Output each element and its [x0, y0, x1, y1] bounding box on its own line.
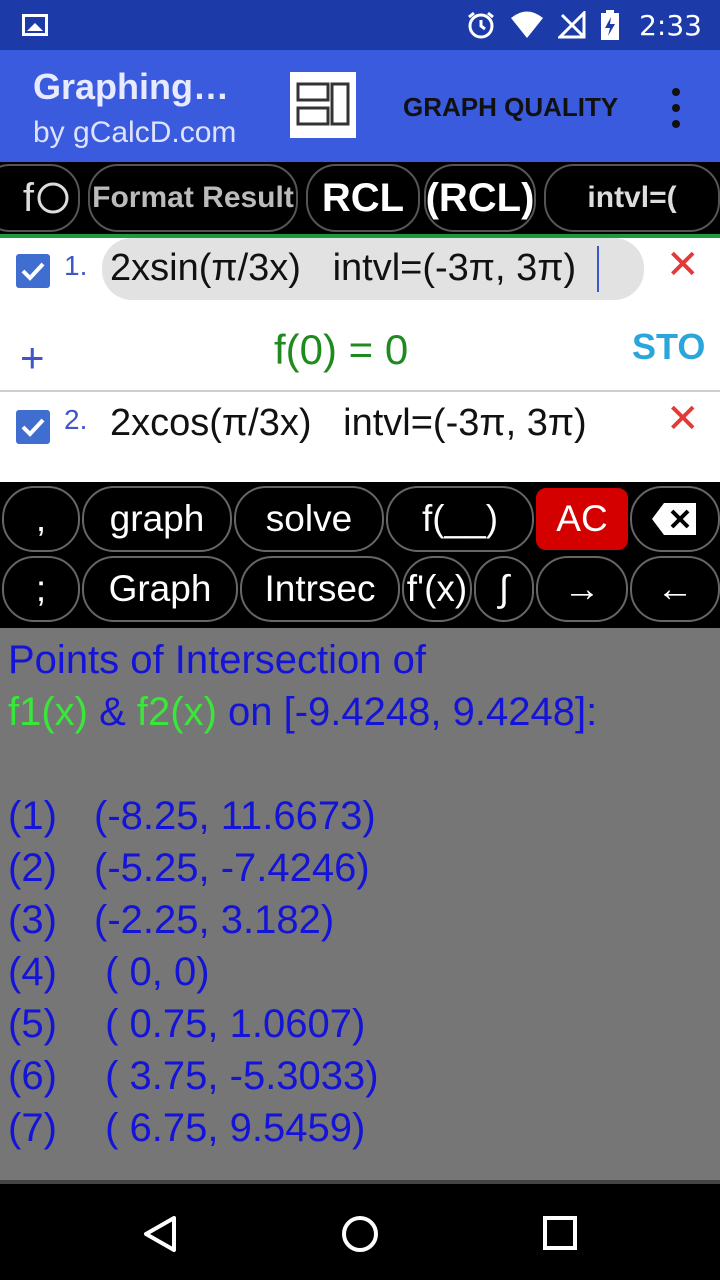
point-value: ( 3.75, -5.3033)	[94, 1054, 379, 1098]
graph-quality-button[interactable]: GRAPH QUALITY	[403, 92, 618, 123]
key-right-arrow[interactable]: →	[536, 556, 628, 622]
key-semicolon[interactable]: ;	[2, 556, 80, 622]
backspace-icon	[652, 503, 696, 535]
check-icon	[21, 262, 45, 281]
rcl-button[interactable]: RCL	[306, 164, 420, 232]
results-panel: Points of Intersection of f1(x) & f2(x) …	[0, 628, 720, 1180]
recents-icon[interactable]	[542, 1215, 578, 1251]
point-label: (4)	[8, 950, 57, 994]
point-value: (-2.25, 3.182)	[94, 898, 335, 942]
point-label: (3)	[8, 898, 57, 942]
function-1-result-text: f(0) = 0	[274, 326, 409, 373]
key-comma[interactable]: ,	[2, 486, 80, 552]
radio-circle-icon	[37, 182, 69, 214]
f2-label: f2(x)	[136, 690, 217, 734]
function-2-checkbox[interactable]	[16, 410, 50, 444]
keypad: , graph solve f(__) AC ; Graph Intrsec f…	[0, 482, 720, 628]
home-icon[interactable]	[340, 1214, 380, 1254]
function-row-divider	[0, 390, 720, 392]
navigation-bar	[0, 1184, 720, 1280]
no-signal-icon	[558, 11, 586, 39]
key-graph-caps[interactable]: Graph	[82, 556, 238, 622]
intersection-point: (4) ( 0, 0)	[8, 950, 210, 995]
amp-label: &	[88, 690, 137, 734]
point-label: (7)	[8, 1106, 57, 1150]
function-2-number: 2.	[64, 404, 88, 435]
intersection-point: (7) ( 6.75, 9.5459)	[8, 1106, 365, 1151]
key-left-arrow[interactable]: ←	[630, 556, 720, 622]
point-value: (-5.25, -7.4246)	[94, 846, 370, 890]
check-icon	[21, 418, 45, 437]
key-graph[interactable]: graph	[82, 486, 232, 552]
f-label: f	[22, 175, 34, 220]
text-cursor	[597, 246, 599, 292]
split-layout-icon	[296, 82, 350, 126]
intvl-button[interactable]: intvl=(	[544, 164, 720, 232]
function-1-checkbox[interactable]	[16, 254, 50, 288]
image-notification-icon	[22, 14, 48, 36]
function-2-delete-icon[interactable]: ✕	[666, 396, 700, 442]
point-value: ( 0.75, 1.0607)	[94, 1002, 366, 1046]
point-value: ( 6.75, 9.5459)	[94, 1106, 366, 1150]
intersection-point: (1) (-8.25, 11.6673)	[8, 794, 376, 839]
function-2-expression[interactable]: 2xcos(π/3x) intvl=(-3π, 3π)	[110, 402, 587, 445]
key-backspace[interactable]	[630, 486, 720, 552]
clock: 2:33	[639, 9, 702, 42]
point-label: (2)	[8, 846, 57, 890]
key-integral[interactable]: ∫	[474, 556, 534, 622]
point-value: (-8.25, 11.6673)	[94, 794, 376, 838]
intersection-point: (3) (-2.25, 3.182)	[8, 898, 334, 943]
function-1-result: f(0) = 0	[274, 326, 408, 374]
layout-toggle-button[interactable]	[290, 72, 356, 138]
app-bar: Graphing… by gCalcD.com GRAPH QUALITY	[0, 50, 720, 162]
add-function-button[interactable]: +	[20, 334, 45, 382]
intersection-point: (2) (-5.25, -7.4246)	[8, 846, 370, 891]
point-value: ( 0, 0)	[94, 950, 210, 994]
battery-charging-icon	[601, 10, 619, 40]
intersection-point: (5) ( 0.75, 1.0607)	[8, 1002, 365, 1047]
results-subheading: f1(x) & f2(x) on [-9.4248, 9.4248]:	[8, 690, 597, 735]
status-icons	[466, 10, 620, 40]
f-toggle-button[interactable]: f	[0, 164, 80, 232]
status-bar: 2:33	[0, 0, 720, 50]
range-label: on [-9.4248, 9.4248]:	[216, 690, 598, 734]
key-intrsec[interactable]: Intrsec	[240, 556, 400, 622]
function-1-number: 1.	[64, 250, 88, 281]
intersection-point: (6) ( 3.75, -5.3033)	[8, 1054, 379, 1099]
function-1-expression[interactable]: 2xsin(π/3x) intvl=(-3π, 3π)	[110, 247, 576, 290]
function-list: 1. 2xsin(π/3x) intvl=(-3π, 3π) ✕ + f(0) …	[0, 238, 720, 482]
app-subtitle: by gCalcD.com	[33, 116, 237, 149]
key-ac[interactable]: AC	[536, 488, 628, 550]
rcl-paren-button[interactable]: (RCL)	[424, 164, 536, 232]
point-label: (1)	[8, 794, 57, 838]
overflow-menu-icon[interactable]	[668, 88, 684, 128]
sto-button[interactable]: STO	[632, 326, 705, 368]
wifi-icon	[511, 11, 543, 38]
function-toolbar: f Format Result RCL (RCL) intvl=(	[0, 162, 720, 236]
key-derivative[interactable]: f'(x)	[402, 556, 472, 622]
key-function-blank[interactable]: f(__)	[386, 486, 534, 552]
app-title: Graphing…	[33, 66, 229, 107]
back-icon[interactable]	[140, 1214, 180, 1254]
results-heading: Points of Intersection of	[8, 638, 427, 682]
key-solve[interactable]: solve	[234, 486, 384, 552]
point-label: (6)	[8, 1054, 57, 1098]
alarm-icon	[468, 11, 494, 39]
function-1-delete-icon[interactable]: ✕	[666, 242, 700, 288]
format-result-button[interactable]: Format Result	[88, 164, 298, 232]
point-label: (5)	[8, 1002, 57, 1046]
f1-label: f1(x)	[8, 690, 88, 734]
